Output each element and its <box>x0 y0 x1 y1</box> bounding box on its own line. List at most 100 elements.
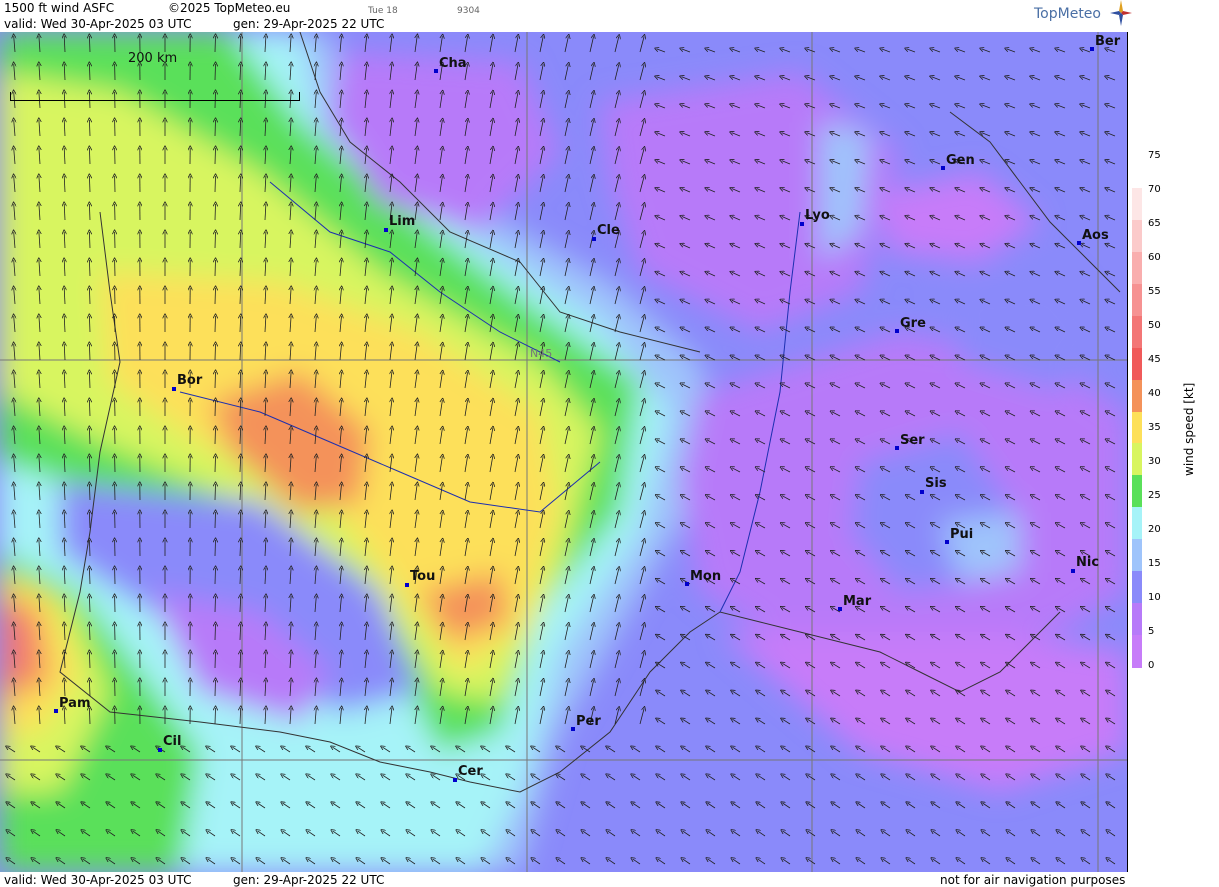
wind-arrow <box>215 540 216 557</box>
city-label: Cer <box>458 764 483 779</box>
legend-color-block <box>1132 539 1142 572</box>
legend-color-block <box>1132 475 1142 508</box>
city-marker <box>158 748 162 752</box>
legend-color-block <box>1132 379 1142 412</box>
city-marker <box>1077 241 1081 245</box>
city-label: Per <box>576 714 601 729</box>
copyright: ©2025 TopMeteo.eu <box>168 1 291 15</box>
legend-tick: 0 <box>1148 660 1155 671</box>
city-marker <box>453 778 457 782</box>
wind-arrow <box>215 484 216 501</box>
legend-color-block <box>1132 315 1142 349</box>
city-label: Lim <box>389 214 416 229</box>
legend-color-block <box>1132 507 1142 540</box>
city-label: Lyo <box>805 208 830 223</box>
legend-tick: 5 <box>1148 626 1155 637</box>
city-marker <box>941 166 945 170</box>
legend-tick: 70 <box>1148 184 1161 195</box>
wind-arrow <box>215 428 216 445</box>
legend-tick: 45 <box>1148 354 1161 365</box>
wind-arrow <box>215 708 216 725</box>
city-marker <box>895 446 899 450</box>
legend-tick: 55 <box>1148 286 1161 297</box>
city-marker <box>1090 47 1094 51</box>
city-marker <box>405 583 409 587</box>
footer-valid: valid: Wed 30-Apr-2025 03 UTC <box>4 873 192 887</box>
wind-speed-legend: 75 70 65 60 55 50 45 40 35 30 25 20 15 10 5 0 wind spee… <box>1132 150 1219 676</box>
wind-arrow <box>215 568 216 585</box>
city-label: Pam <box>59 696 91 711</box>
city-marker <box>838 607 842 611</box>
legend-color-block <box>1132 187 1142 221</box>
wind-arrow <box>215 148 216 165</box>
wind-arrow <box>215 624 216 641</box>
wind-arrow <box>215 456 216 473</box>
legend-tick: 50 <box>1148 320 1161 331</box>
latitude-label: N45 <box>530 347 553 360</box>
wind-arrow <box>215 204 216 221</box>
tue-label: Tue 18 <box>368 6 398 16</box>
valid-time: valid: Wed 30-Apr-2025 03 UTC <box>4 17 192 31</box>
city-marker <box>945 540 949 544</box>
city-marker <box>895 329 899 333</box>
scale-label: 200 km <box>128 51 178 66</box>
legend-tick: 75 <box>1148 150 1161 161</box>
legend-tick: 15 <box>1148 558 1161 569</box>
topmeteo-logo: TopMeteo <box>1034 0 1132 26</box>
city-marker <box>592 237 596 241</box>
city-marker <box>172 387 176 391</box>
city-label: Cha <box>439 56 467 71</box>
wind-arrow <box>215 120 216 137</box>
legend-tick: 60 <box>1148 252 1161 263</box>
wind-arrow <box>215 372 216 389</box>
wind-arrow <box>215 64 216 81</box>
city-label: Cil <box>163 734 182 749</box>
city-marker <box>384 228 388 232</box>
legend-color-block <box>1132 219 1142 253</box>
city-marker <box>54 709 58 713</box>
color-scale-bar <box>1132 156 1142 668</box>
legend-tick: 20 <box>1148 524 1161 535</box>
city-marker <box>920 490 924 494</box>
wind-arrow <box>215 400 216 417</box>
footer-note: not for air navigation purposes <box>940 873 1126 887</box>
city-label: Bor <box>177 373 203 388</box>
wind-arrow <box>215 232 216 249</box>
city-label: Ser <box>900 433 925 448</box>
legend-color-block <box>1132 283 1142 317</box>
header-bar: 1500 ft wind ASFC ©2025 TopMeteo.eu Tue … <box>0 0 1219 32</box>
legend-tick: 35 <box>1148 422 1161 433</box>
city-label: Nic <box>1076 555 1100 570</box>
compass-star-icon <box>1110 0 1132 26</box>
legend-color-block <box>1132 347 1142 381</box>
code-label: 9304 <box>457 6 480 16</box>
legend-color-block <box>1132 251 1142 285</box>
city-label: Gen <box>946 153 975 168</box>
legend-tick: 10 <box>1148 592 1161 603</box>
wind-arrow <box>215 680 216 697</box>
legend-color-block <box>1132 156 1142 189</box>
legend-title: wind speed [kt] <box>1182 382 1196 476</box>
product-title: 1500 ft wind ASFC <box>4 1 115 15</box>
wind-arrow <box>215 288 216 305</box>
city-marker <box>1071 569 1075 573</box>
wind-arrow <box>215 344 216 361</box>
footer-bar: valid: Wed 30-Apr-2025 03 UTC gen: 29-Ap… <box>0 872 1219 887</box>
city-label: Tou <box>410 569 436 584</box>
legend-color-block <box>1132 571 1142 604</box>
legend-color-block <box>1132 443 1142 476</box>
city-marker <box>434 69 438 73</box>
city-marker <box>571 727 575 731</box>
city-label: Ber <box>1095 34 1121 49</box>
wind-arrow <box>215 512 216 529</box>
legend-tick: 65 <box>1148 218 1161 229</box>
city-label: Sis <box>925 476 947 491</box>
wind-arrow <box>215 652 216 669</box>
city-marker <box>800 222 804 226</box>
city-label: Cle <box>597 223 620 238</box>
wind-arrow <box>215 176 216 193</box>
wind-arrow <box>215 596 216 613</box>
legend-tick: 25 <box>1148 490 1161 501</box>
city-label: Gre <box>900 316 926 331</box>
legend-tick: 30 <box>1148 456 1161 467</box>
